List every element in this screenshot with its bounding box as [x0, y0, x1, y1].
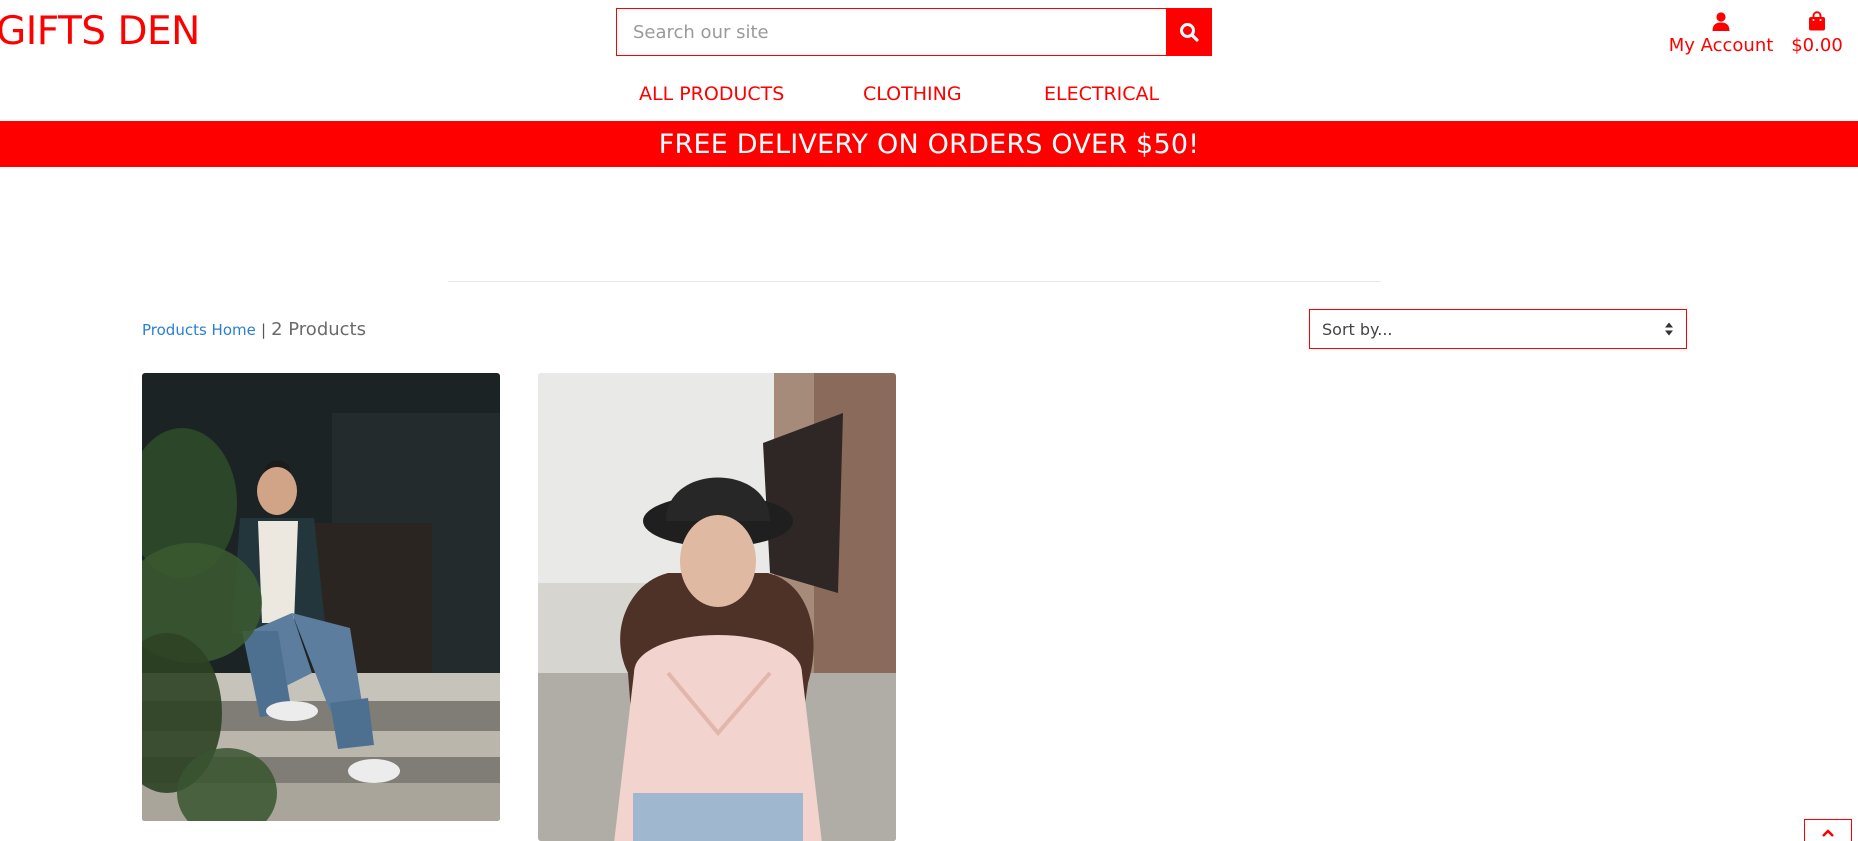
user-icon — [1712, 12, 1730, 31]
nav-clothing[interactable]: CLOTHING — [863, 80, 962, 108]
nav-all-products[interactable]: ALL PRODUCTS — [639, 80, 784, 108]
search-icon — [1179, 23, 1199, 42]
scroll-to-top-button[interactable] — [1804, 819, 1852, 841]
product-card[interactable] — [142, 373, 500, 821]
shopping-bag-icon — [1809, 11, 1825, 31]
account-label: My Account — [1668, 35, 1774, 56]
delivery-banner: FREE DELIVERY ON ORDERS OVER $50! — [0, 121, 1858, 167]
cart-link[interactable]: $0.00 — [1784, 8, 1850, 58]
product-image — [142, 373, 500, 821]
chevron-up-icon — [1822, 829, 1834, 837]
search-button[interactable] — [1166, 9, 1211, 55]
main-nav: ALL PRODUCTS CLOTHING ELECTRICAL — [0, 80, 1858, 108]
my-account-link[interactable]: My Account — [1660, 8, 1782, 58]
breadcrumb: Products Home | 2 Products — [142, 318, 366, 342]
divider — [448, 281, 1381, 282]
product-count: 2 Products — [271, 319, 366, 340]
site-logo[interactable]: GIFTS DEN — [0, 8, 200, 56]
sort-select[interactable]: Sort by... — [1309, 309, 1687, 349]
nav-electrical[interactable]: ELECTRICAL — [1044, 80, 1159, 108]
products-home-link[interactable]: Products Home — [142, 321, 256, 339]
breadcrumb-separator: | — [260, 321, 266, 339]
product-image — [538, 373, 896, 841]
sort-select-value: Sort by... — [1322, 319, 1393, 339]
cart-total: $0.00 — [1791, 35, 1843, 56]
delivery-banner-text: FREE DELIVERY ON ORDERS OVER $50! — [658, 128, 1200, 160]
sort-arrows-icon — [1665, 322, 1673, 336]
search-form — [616, 8, 1212, 56]
search-input[interactable] — [617, 9, 1166, 55]
product-card[interactable] — [538, 373, 896, 841]
